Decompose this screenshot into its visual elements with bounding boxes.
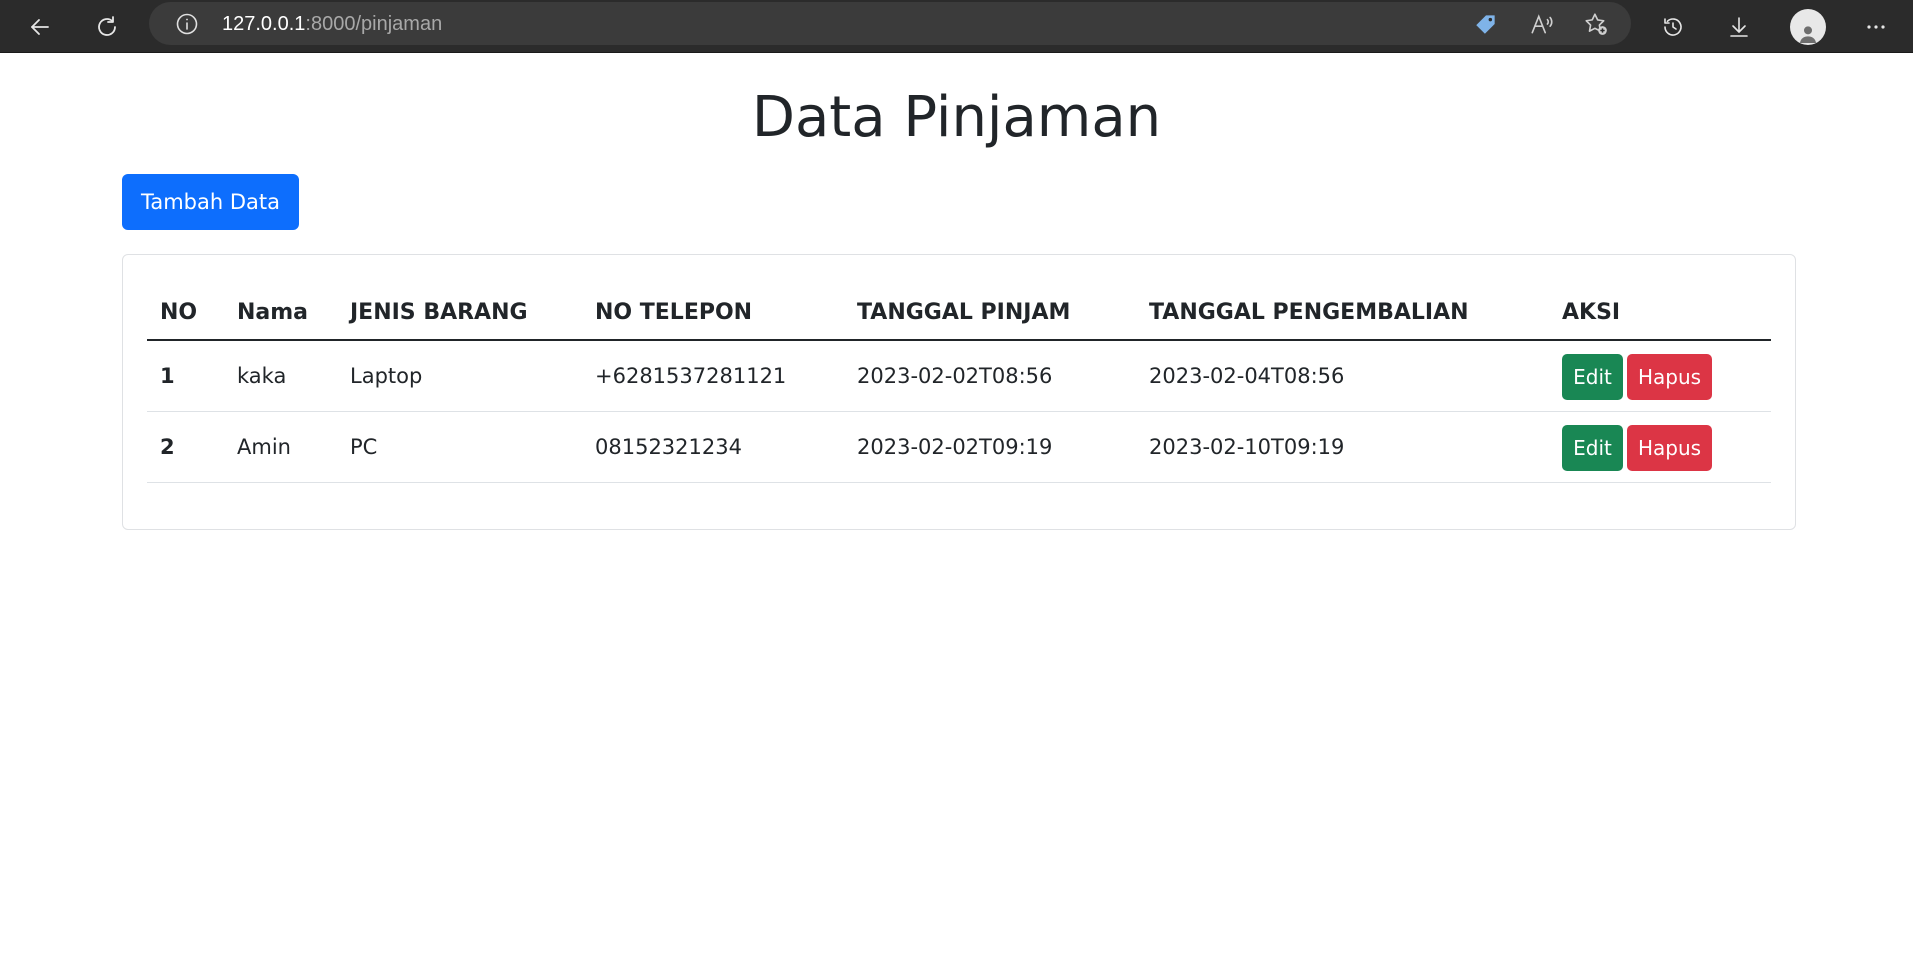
download-icon: [1730, 17, 1748, 37]
reload-icon: [98, 16, 116, 36]
url-host: 127.0.0.1: [222, 13, 306, 35]
edit-button[interactable]: Edit: [1562, 425, 1623, 471]
arrow-left-icon: [31, 19, 49, 35]
shopping-tag-icon[interactable]: [1473, 11, 1499, 37]
back-button[interactable]: [20, 7, 60, 47]
header-aksi: AKSI: [1549, 285, 1771, 341]
cell-tanggal-pinjam: 2023-02-02T09:19: [844, 411, 1136, 483]
cell-nama: kaka: [224, 340, 337, 412]
url-path: :8000/pinjaman: [305, 13, 443, 35]
cell-aksi: Edit Hapus: [1549, 340, 1771, 412]
table-card: NO Nama JENIS BARANG NO TELEPON TANGGAL …: [122, 254, 1796, 530]
cell-jenis-barang: PC: [337, 411, 582, 483]
downloads-button[interactable]: [1719, 7, 1759, 47]
cell-aksi: Edit Hapus: [1549, 411, 1771, 483]
avatar: [1790, 9, 1826, 45]
more-options-button[interactable]: [1856, 7, 1896, 47]
reload-button[interactable]: [87, 7, 127, 47]
profile-button[interactable]: [1788, 7, 1828, 47]
page-title: Data Pinjaman: [751, 85, 1162, 150]
url-text[interactable]: 127.0.0.1:8000/pinjaman: [222, 13, 442, 35]
cell-no-telepon: 08152321234: [582, 411, 844, 483]
header-no: NO: [147, 285, 224, 341]
header-tanggal-pengembalian: TANGGAL PENGEMBALIAN: [1136, 285, 1549, 341]
read-aloud-icon[interactable]: [1529, 11, 1555, 37]
header-no-telepon: NO TELEPON: [582, 285, 844, 341]
cell-tanggal-pengembalian: 2023-02-04T08:56: [1136, 340, 1549, 412]
cell-jenis-barang: Laptop: [337, 340, 582, 412]
edit-button[interactable]: Edit: [1562, 354, 1623, 401]
add-favorite-icon[interactable]: [1583, 11, 1609, 37]
address-bar[interactable]: 127.0.0.1:8000/pinjaman: [149, 2, 1631, 45]
add-data-button[interactable]: Tambah Data: [122, 174, 299, 230]
cell-tanggal-pinjam: 2023-02-02T08:56: [844, 340, 1136, 412]
cell-nama: Amin: [224, 411, 337, 483]
cell-no: 2: [147, 411, 224, 483]
cell-tanggal-pengembalian: 2023-02-10T09:19: [1136, 411, 1549, 483]
history-button[interactable]: [1653, 7, 1693, 47]
user-icon: [1800, 26, 1816, 43]
table-row: 2 Amin PC 08152321234 2023-02-02T09:19 2…: [147, 411, 1771, 483]
header-nama: Nama: [224, 285, 337, 341]
cell-no-telepon: +6281537281121: [582, 340, 844, 412]
cell-no: 1: [147, 340, 224, 412]
history-icon: [1664, 18, 1682, 36]
table-row: 1 kaka Laptop +6281537281121 2023-02-02T…: [147, 340, 1771, 412]
delete-button[interactable]: Hapus: [1627, 425, 1712, 471]
browser-toolbar: 127.0.0.1:8000/pinjaman: [0, 0, 1913, 53]
header-tanggal-pinjam: TANGGAL PINJAM: [844, 285, 1136, 341]
loans-table: NO Nama JENIS BARANG NO TELEPON TANGGAL …: [147, 285, 1771, 483]
delete-button[interactable]: Hapus: [1627, 354, 1712, 401]
info-icon[interactable]: [175, 12, 199, 36]
table-header-row: NO Nama JENIS BARANG NO TELEPON TANGGAL …: [147, 285, 1771, 341]
header-jenis-barang: JENIS BARANG: [337, 285, 582, 341]
more-dots-icon: [1867, 25, 1885, 29]
